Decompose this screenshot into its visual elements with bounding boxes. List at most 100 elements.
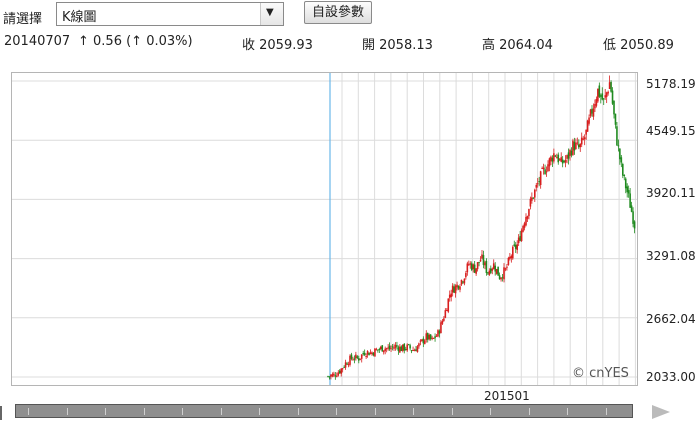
candle-body <box>570 150 573 156</box>
candle-body <box>484 262 486 266</box>
candle-body <box>619 148 621 160</box>
candle-body <box>510 255 513 259</box>
candle-body <box>485 260 488 274</box>
candle-body <box>340 368 342 374</box>
candle-body <box>591 108 593 114</box>
candle-body <box>434 336 436 339</box>
quote-high: 高 2064.04 <box>482 38 553 53</box>
candle-body <box>406 344 408 351</box>
candle-body <box>459 286 461 290</box>
candle-body <box>561 159 564 164</box>
candle-body <box>463 278 466 284</box>
candle-body <box>350 354 353 359</box>
candle-body <box>331 374 334 377</box>
scrollbar-tick <box>605 408 607 415</box>
candle-body <box>359 358 362 360</box>
candle-body <box>573 141 576 151</box>
custom-params-button[interactable]: 自設參數 <box>304 1 372 24</box>
candle-body <box>580 137 583 145</box>
play-arrow-icon[interactable] <box>652 405 670 419</box>
candlestick-chart[interactable] <box>12 73 637 385</box>
candle-body <box>514 244 517 249</box>
scrollbar-tick <box>413 408 414 415</box>
candle-body <box>369 352 372 355</box>
candle-body <box>435 335 438 337</box>
candle-body <box>585 129 587 135</box>
time-scrollbar[interactable] <box>15 404 633 418</box>
dropdown-button[interactable]: ▼ <box>260 3 283 25</box>
candle-body <box>597 88 599 102</box>
candle-body <box>375 349 378 351</box>
candle-body <box>347 364 350 366</box>
candle-body <box>409 345 411 349</box>
candle-body <box>385 348 388 350</box>
candle-body <box>448 294 451 298</box>
candle-body <box>569 149 571 157</box>
candle-body <box>355 354 357 359</box>
candle-body <box>330 374 332 377</box>
candle-body <box>607 91 609 94</box>
scrollbar-tick <box>336 408 337 415</box>
candle-body <box>490 268 492 273</box>
candle-body <box>506 266 508 268</box>
candle-body <box>353 358 356 360</box>
x-axis-label: 201501 <box>484 389 530 403</box>
candle-body <box>360 354 363 359</box>
candle-body <box>390 348 392 350</box>
scrollbar-tick <box>28 408 29 415</box>
candle-body <box>418 343 420 347</box>
candle-body <box>520 230 523 242</box>
candle-body <box>542 167 545 170</box>
candle-body <box>416 346 419 352</box>
price-tick: 3920.11 <box>646 186 696 200</box>
candle-body <box>424 340 426 344</box>
candle-body <box>446 310 448 312</box>
candle-body <box>588 117 590 124</box>
candle-body <box>397 347 400 352</box>
candle-body <box>363 352 366 356</box>
candle-body <box>372 352 375 356</box>
candle-body <box>534 189 536 198</box>
candle-body <box>328 376 331 378</box>
candle-body <box>476 262 479 270</box>
candle-body <box>393 347 395 349</box>
scrollbar-tick <box>182 408 183 415</box>
candle-body <box>443 318 445 321</box>
candle-body <box>432 337 435 339</box>
scrollbar-tick <box>374 408 376 415</box>
candle-body <box>371 352 373 355</box>
candle-body <box>602 98 605 100</box>
candle-body <box>507 257 510 265</box>
candle-body <box>391 346 394 348</box>
candle-body <box>604 95 606 98</box>
chart-area[interactable] <box>11 72 638 386</box>
candle-body <box>425 333 428 340</box>
candle-body <box>608 82 611 89</box>
price-tick: 2662.04 <box>646 312 696 326</box>
candle-body <box>479 259 482 262</box>
candle-body <box>491 268 494 271</box>
candle-body <box>509 256 511 259</box>
chart-type-select[interactable]: K線圖 ▼ <box>56 2 284 26</box>
scrollbar-tick <box>143 408 145 415</box>
candle-body <box>472 264 474 270</box>
candle-body <box>413 350 416 352</box>
candle-body <box>346 363 348 365</box>
candle-body <box>578 144 580 148</box>
candle-body <box>438 330 441 334</box>
candle-body <box>451 285 454 293</box>
chevron-down-icon: ▼ <box>266 7 274 18</box>
candle-body <box>426 332 429 340</box>
candle-body <box>522 226 524 232</box>
candle-body <box>538 181 540 183</box>
candle-body <box>402 344 404 351</box>
candle-body <box>352 359 354 361</box>
candle-body <box>529 198 532 207</box>
cnyes-watermark: © cnYES <box>572 366 629 381</box>
candle-body <box>356 356 359 358</box>
candle-body <box>617 145 620 147</box>
candle-body <box>381 345 384 352</box>
scroll-left-marker[interactable] <box>0 406 6 420</box>
candle-body <box>412 350 414 352</box>
candle-body <box>531 197 533 201</box>
